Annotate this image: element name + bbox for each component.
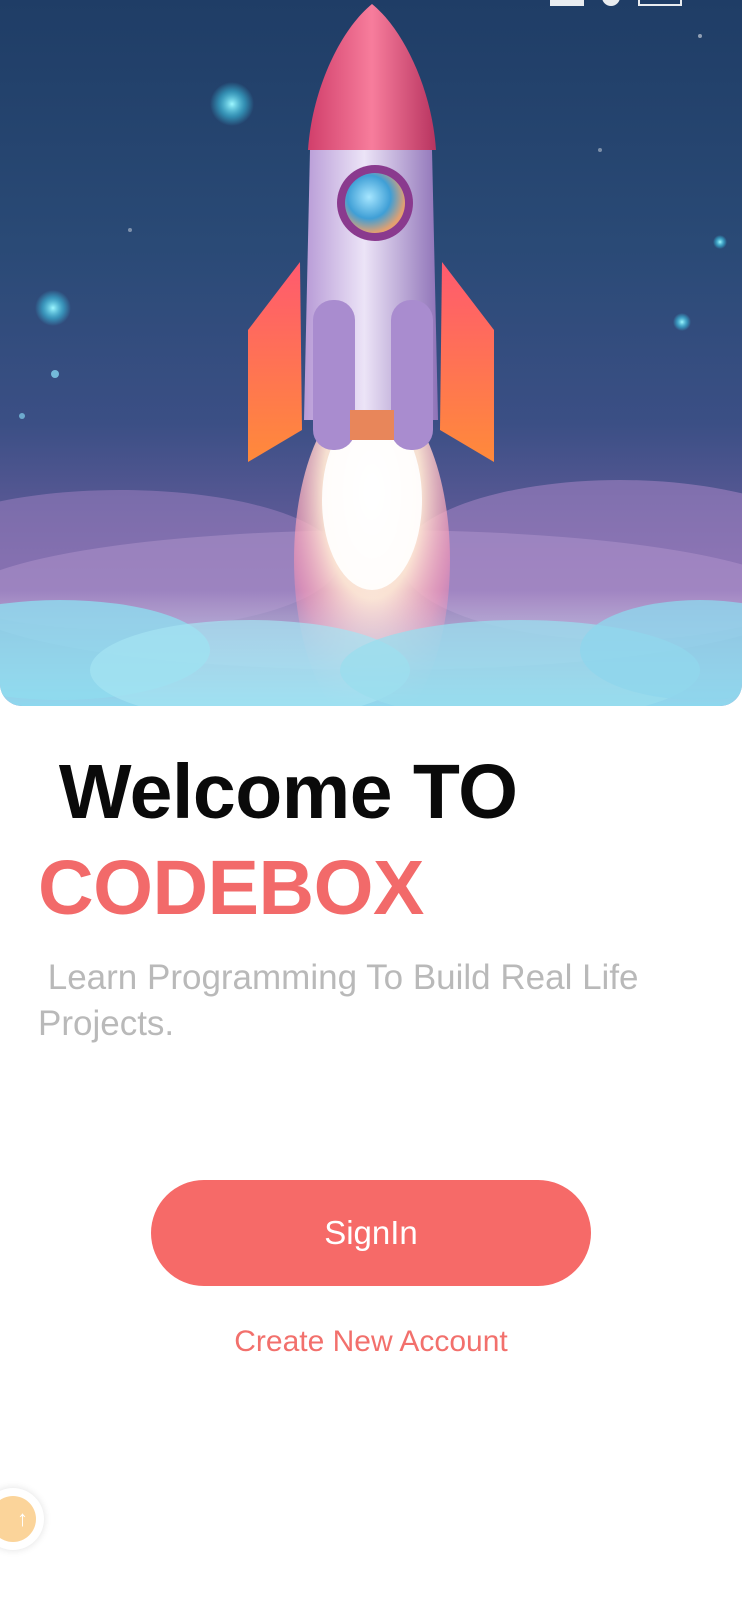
arrow-up-icon: ↑ [0, 1496, 36, 1542]
create-account-link[interactable]: Create New Account [0, 1325, 742, 1359]
signal-icon [550, 0, 584, 6]
status-bar [0, 0, 742, 12]
hero-image [0, 0, 742, 706]
floating-helper-button[interactable]: ↑ [0, 1488, 44, 1550]
battery-icon [638, 0, 682, 6]
brand-name: CODEBOX [38, 845, 424, 931]
status-icons [550, 0, 682, 6]
tagline: Learn Programming To Build Real Life Pro… [38, 958, 639, 1043]
welcome-heading: Welcome TO [38, 749, 518, 835]
wifi-icon [602, 0, 620, 6]
signin-button[interactable]: SignIn [151, 1180, 591, 1286]
rocket-illustration [0, 4, 742, 706]
